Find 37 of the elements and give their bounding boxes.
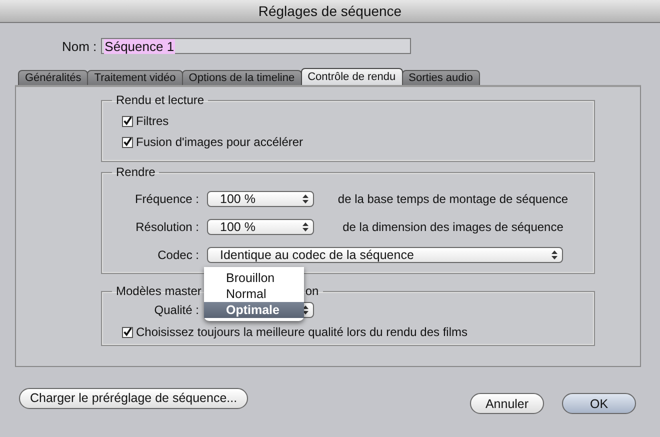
popup-menu[interactable]: 100 % xyxy=(207,219,314,235)
field-label: Résolution : xyxy=(134,220,199,234)
cancel-button[interactable]: Annuler xyxy=(470,393,544,414)
checkbox-label: Choisissez toujours la meilleure qualité lors du rendu des films xyxy=(136,325,468,339)
stepper-icon xyxy=(302,194,309,204)
field-label: Qualité : xyxy=(153,303,199,317)
preset-button[interactable]: Charger le préréglage de séquence... xyxy=(19,388,248,408)
group-title: on xyxy=(305,284,319,298)
stepper-icon xyxy=(302,222,309,232)
field-description: de la dimension des images de séquence xyxy=(342,220,564,234)
field-description: de la base temps de montage de séquence xyxy=(338,192,570,206)
popup-menu[interactable]: 100 % xyxy=(207,191,314,207)
group-title: Rendu et lecture xyxy=(115,93,206,107)
field-label: Fréquence : xyxy=(134,192,199,206)
menu-item[interactable]: Optimale xyxy=(204,302,304,318)
menu-item[interactable]: Brouillon xyxy=(204,270,304,286)
checkbox[interactable] xyxy=(122,326,133,338)
field-label: Codec : xyxy=(156,248,199,262)
tab[interactable]: Traitement vidéo xyxy=(87,70,183,85)
stepper-icon xyxy=(551,250,558,260)
checkbox[interactable] xyxy=(122,136,133,148)
checkbox-label: Filtres xyxy=(136,114,169,128)
group-title: Rendre xyxy=(115,165,156,179)
popup-menu[interactable]: Identique au codec de la séquence xyxy=(207,247,563,263)
name-label: Nom : xyxy=(62,38,97,54)
window-title: Réglages de séquence xyxy=(0,0,660,23)
ok-button[interactable]: OK xyxy=(562,393,636,414)
checkbox-label: Fusion d'images pour accélérer xyxy=(136,135,304,149)
group-title: Modèles master xyxy=(116,284,202,298)
name-field[interactable]: Séquence 1 xyxy=(100,38,411,54)
stepper-icon xyxy=(302,305,309,315)
tab[interactable]: Contrôle de rendu xyxy=(300,68,403,85)
tab[interactable]: Options de la timeline xyxy=(182,70,302,85)
menu-item[interactable]: Normal xyxy=(204,286,304,302)
checkbox[interactable] xyxy=(122,116,133,126)
tab[interactable]: Généralités xyxy=(18,70,88,85)
tab[interactable]: Sorties audio xyxy=(402,70,480,85)
